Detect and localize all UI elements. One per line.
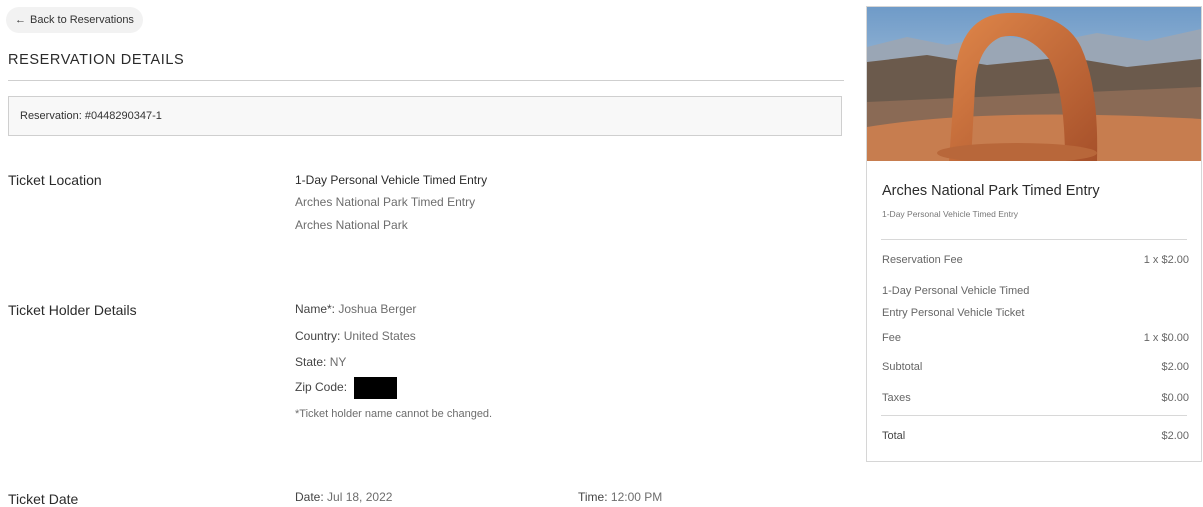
order-summary-card: Arches National Park Timed Entry 1-Day P… bbox=[866, 6, 1202, 462]
summary-title: Arches National Park Timed Entry bbox=[882, 183, 1100, 199]
back-button-label: Back to Reservations bbox=[30, 14, 134, 26]
holder-country-row: Country: United States bbox=[295, 329, 416, 343]
total-divider bbox=[881, 415, 1187, 416]
holder-country-label: Country: bbox=[295, 329, 341, 343]
ticket-date-heading: Ticket Date bbox=[8, 491, 79, 507]
holder-name-row: Name*: Joshua Berger bbox=[295, 302, 416, 316]
page-title: RESERVATION DETAILS bbox=[8, 52, 185, 68]
summary-divider bbox=[881, 239, 1187, 240]
reservation-label: Reservation: bbox=[20, 110, 82, 122]
taxes-row: Taxes $0.00 bbox=[882, 392, 1189, 404]
ticket-fee-line-1: 1-Day Personal Vehicle Timed bbox=[882, 285, 1030, 297]
ticket-fee-line-2: Entry Personal Vehicle Ticket bbox=[882, 307, 1025, 319]
ticket-fee-label: Fee bbox=[882, 332, 901, 344]
taxes-label: Taxes bbox=[882, 392, 911, 404]
reservation-fee-row: Reservation Fee 1 x $2.00 bbox=[882, 254, 1189, 266]
ticket-park: Arches National Park bbox=[295, 218, 408, 232]
reservation-fee-amount: 1 x $2.00 bbox=[1143, 254, 1189, 266]
ticket-fee-amount: 1 x $0.00 bbox=[1143, 332, 1189, 344]
total-label: Total bbox=[882, 430, 906, 442]
ticket-date-row: Date: Jul 18, 2022 bbox=[295, 490, 392, 504]
ticket-fee-row: Fee 1 x $0.00 bbox=[882, 332, 1189, 344]
title-divider bbox=[8, 80, 844, 81]
total-amount: $2.00 bbox=[1161, 430, 1189, 442]
ticket-fee-description: 1-Day Personal Vehicle Timed Entry Perso… bbox=[882, 280, 1029, 324]
ticket-product: 1-Day Personal Vehicle Timed Entry bbox=[295, 173, 488, 187]
ticket-holder-heading: Ticket Holder Details bbox=[8, 302, 137, 318]
holder-zip-label: Zip Code: bbox=[295, 380, 348, 395]
holder-zip-row: Zip Code: bbox=[295, 377, 398, 399]
summary-subtitle: 1-Day Personal Vehicle Timed Entry bbox=[882, 209, 1019, 219]
taxes-amount: $0.00 bbox=[1161, 392, 1189, 404]
ticket-time: 12:00 PM bbox=[610, 490, 663, 504]
reservation-number-box: Reservation: #0448290347-1 bbox=[8, 96, 842, 136]
delicate-arch-image bbox=[867, 7, 1201, 161]
park-photo bbox=[867, 7, 1201, 161]
holder-country: United States bbox=[343, 329, 416, 343]
holder-name-label: Name*: bbox=[295, 302, 336, 316]
total-row: Total $2.00 bbox=[882, 430, 1189, 442]
holder-state-label: State: bbox=[295, 355, 327, 369]
ticket-time-label: Time: bbox=[578, 490, 608, 504]
zip-redaction bbox=[354, 377, 398, 399]
holder-name: Joshua Berger bbox=[338, 302, 417, 316]
subtotal-row: Subtotal $2.00 bbox=[882, 361, 1189, 373]
arrow-left-icon: ← bbox=[15, 14, 26, 26]
ticket-date: Jul 18, 2022 bbox=[327, 490, 393, 504]
ticket-location-heading: Ticket Location bbox=[8, 172, 102, 188]
holder-note: *Ticket holder name cannot be changed. bbox=[295, 408, 493, 420]
reservation-number: #0448290347-1 bbox=[84, 110, 162, 122]
back-to-reservations-button[interactable]: ← Back to Reservations bbox=[6, 7, 143, 33]
subtotal-amount: $2.00 bbox=[1161, 361, 1189, 373]
holder-state-row: State: NY bbox=[295, 355, 346, 369]
ticket-time-row: Time: 12:00 PM bbox=[578, 490, 662, 504]
ticket-date-label: Date: bbox=[295, 490, 324, 504]
ticket-facility: Arches National Park Timed Entry bbox=[295, 195, 476, 209]
reservation-fee-label: Reservation Fee bbox=[882, 254, 963, 266]
holder-state: NY bbox=[329, 355, 347, 369]
subtotal-label: Subtotal bbox=[882, 361, 923, 373]
